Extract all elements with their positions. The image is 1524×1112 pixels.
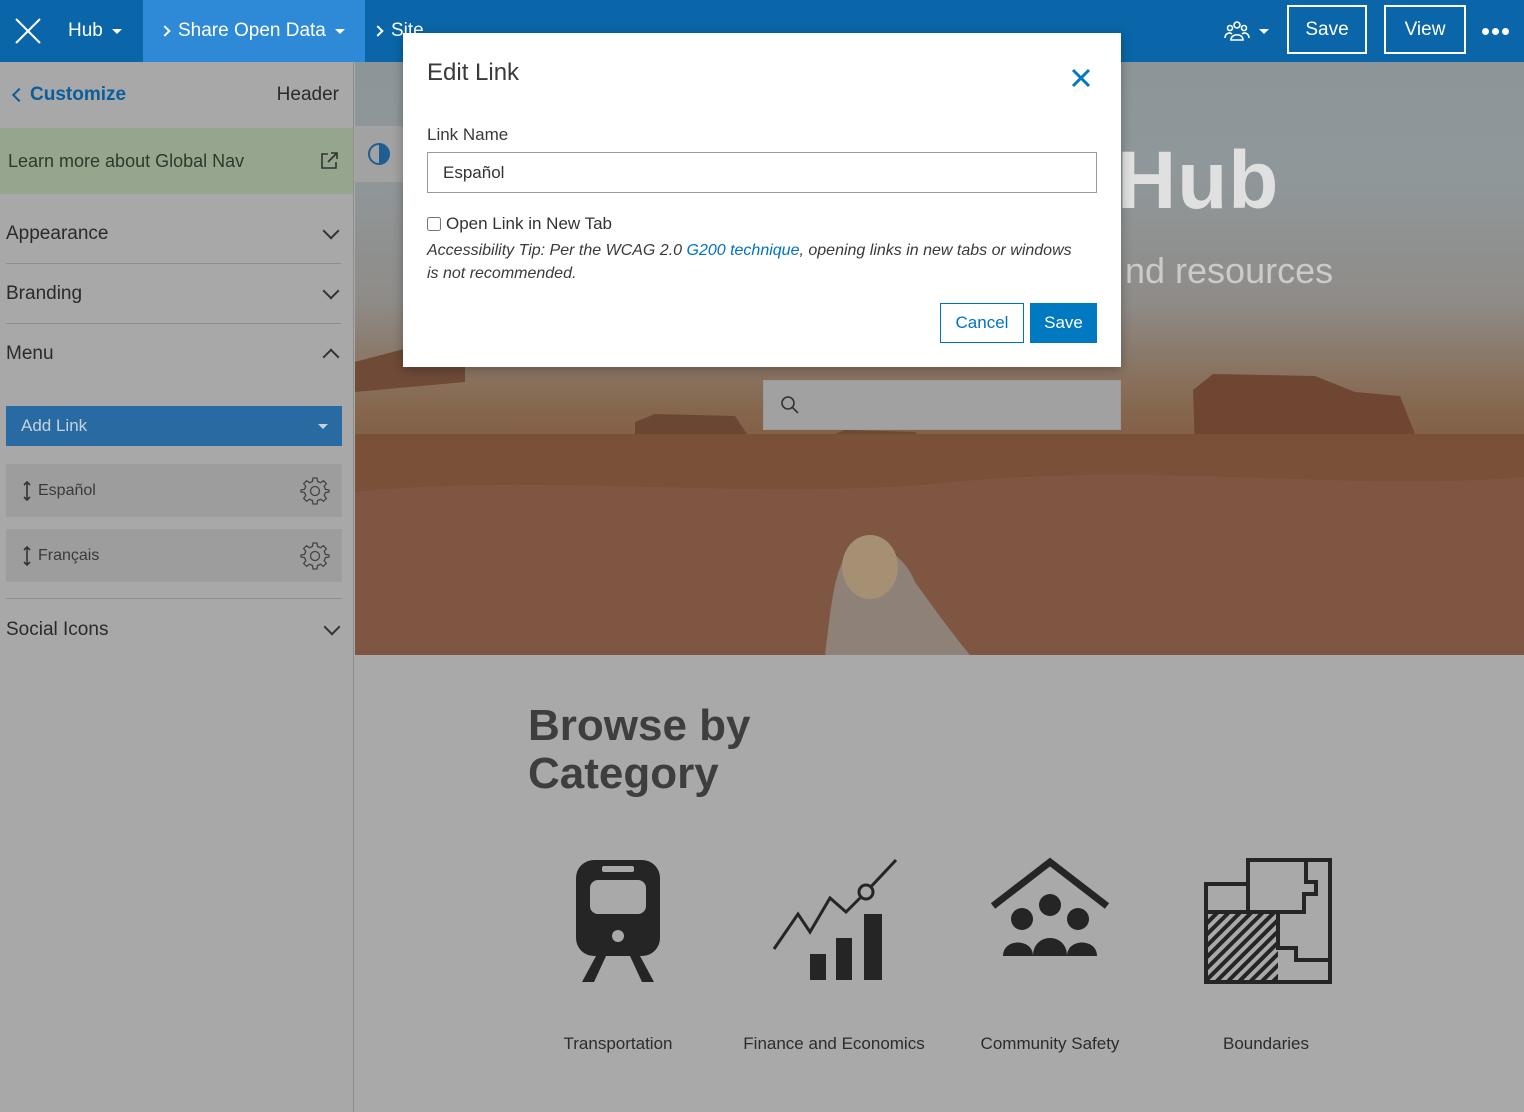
category-label: Boundaries	[1222, 1034, 1309, 1053]
branding-label: Branding	[6, 282, 83, 304]
community-icon	[990, 857, 1110, 956]
category-transportation[interactable]	[523, 852, 713, 992]
add-link-label: Add Link	[21, 416, 88, 435]
chevron-down-icon	[323, 618, 341, 635]
category-boundaries[interactable]	[1171, 852, 1361, 992]
g200-technique-link[interactable]: G200 technique	[687, 242, 800, 259]
menu-item-francais[interactable]: Français	[6, 529, 342, 582]
more-options-icon[interactable]	[1482, 0, 1509, 62]
people-icon	[1224, 21, 1250, 41]
caret-down-icon	[334, 28, 345, 34]
hub-label: Hub	[68, 20, 103, 41]
social-label: Social Icons	[6, 618, 109, 640]
browse-heading-line2: Category	[528, 749, 719, 798]
gear-icon[interactable]	[300, 541, 330, 571]
close-icon[interactable]	[1070, 67, 1092, 89]
train-icon	[576, 860, 660, 982]
caret-down-icon	[318, 423, 328, 429]
back-to-customize-link[interactable]: Customize	[10, 84, 126, 106]
category-finance[interactable]	[739, 852, 929, 992]
drag-handle-icon[interactable]	[22, 545, 32, 567]
appearance-label: Appearance	[6, 222, 109, 244]
caret-down-icon	[111, 28, 122, 34]
share-open-data-label: Share Open Data	[178, 20, 326, 41]
dialog-title: Edit Link	[427, 59, 520, 86]
section-appearance[interactable]: Appearance	[6, 204, 341, 264]
category-label: Finance and Economics	[743, 1034, 925, 1053]
open-new-tab-label: Open Link in New Tab	[446, 214, 613, 233]
learn-label: Learn more about Global Nav	[8, 150, 245, 171]
browse-heading: Browse by Category	[528, 702, 751, 798]
search-icon	[781, 396, 799, 414]
browse-heading-line1: Browse by	[528, 701, 751, 750]
back-label: Customize	[30, 84, 127, 105]
cancel-button[interactable]: Cancel	[940, 303, 1024, 343]
chevron-left-icon	[11, 87, 27, 103]
customize-sidebar: Customize Header Learn more about Global…	[0, 62, 354, 1112]
category-label: Transportation	[563, 1034, 673, 1053]
hero-subtitle: nd resources	[1125, 250, 1334, 291]
section-branding[interactable]: Branding	[6, 264, 341, 324]
add-link-button[interactable]: Add Link	[6, 406, 342, 446]
drag-handle-icon[interactable]	[22, 480, 32, 502]
view-button[interactable]: View	[1384, 5, 1466, 54]
chevron-right-icon	[159, 25, 171, 37]
open-new-tab-option[interactable]: Open Link in New Tab	[427, 214, 612, 234]
menu-label: Menu	[6, 343, 54, 364]
hero-title: Hub	[1117, 135, 1280, 226]
category-community-safety[interactable]	[955, 852, 1145, 992]
accessibility-tip: Accessibility Tip: Per the WCAG 2.0 G200…	[427, 239, 1077, 285]
open-new-tab-checkbox[interactable]	[427, 217, 441, 231]
contrast-icon	[368, 143, 390, 165]
collaborators-menu[interactable]	[1224, 0, 1269, 62]
sidebar-header: Customize Header	[0, 62, 353, 128]
share-open-data-menu[interactable]: Share Open Data	[143, 0, 365, 62]
category-label: Community Safety	[980, 1034, 1120, 1053]
learn-global-nav-link[interactable]: Learn more about Global Nav	[0, 128, 353, 194]
hub-menu[interactable]: Hub	[56, 0, 134, 62]
gear-icon[interactable]	[300, 476, 330, 506]
save-button[interactable]: Save	[1030, 303, 1097, 343]
menu-item-label: Español	[38, 481, 96, 499]
menu-item-label: Français	[38, 546, 100, 564]
close-app-icon[interactable]	[0, 0, 56, 62]
external-link-icon	[321, 152, 338, 169]
edit-link-dialog: Edit Link Link Name Open Link in New Tab…	[403, 33, 1121, 367]
contrast-toggle-button[interactable]	[355, 126, 403, 182]
top-save-button[interactable]: Save	[1287, 5, 1367, 54]
sidebar-title: Header	[276, 84, 339, 105]
caret-down-icon	[1259, 28, 1269, 34]
boundaries-icon	[1204, 858, 1332, 984]
menu-item-espanol[interactable]: Español	[6, 464, 342, 517]
chart-icon	[772, 858, 898, 980]
chevron-down-icon	[322, 222, 340, 239]
link-name-label: Link Name	[427, 125, 509, 144]
chevron-down-icon	[322, 282, 340, 299]
hero-search-input[interactable]	[763, 380, 1121, 430]
section-menu[interactable]: Menu	[6, 324, 341, 384]
tip-prefix: Accessibility Tip: Per the WCAG 2.0	[427, 242, 687, 259]
chevron-right-icon	[372, 25, 384, 37]
link-name-input[interactable]	[427, 152, 1097, 193]
section-social-icons[interactable]: Social Icons	[6, 598, 342, 660]
chevron-up-icon	[322, 348, 340, 366]
